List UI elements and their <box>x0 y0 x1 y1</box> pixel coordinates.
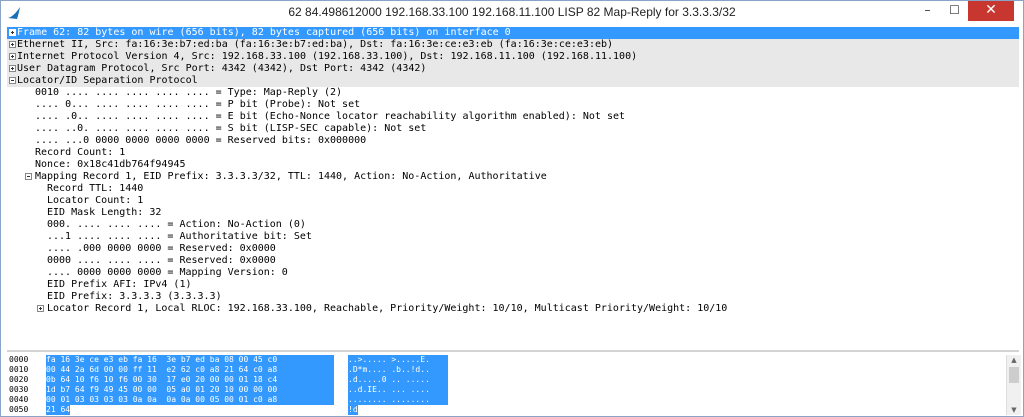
hex-offset: 0010 <box>9 365 29 374</box>
tree-row-label: .... ...0 0000 0000 0000 0000 = Reserved… <box>35 135 367 146</box>
tree-row-label: Frame 62: 82 bytes on wire (656 bits), 8… <box>17 27 511 38</box>
tree-row[interactable]: User Datagram Protocol, Src Port: 4342 (… <box>7 63 1019 75</box>
hex-bytes[interactable]: fa 16 3e ce e3 eb fa 16 3e b7 ed ba 08 0… <box>46 355 334 365</box>
minimize-button[interactable]: – <box>914 1 941 21</box>
hex-offset: 0030 <box>9 385 29 394</box>
tree-row[interactable]: .... 0000 0000 0000 = Mapping Version: 0 <box>7 267 1019 279</box>
close-button[interactable]: ✕ <box>968 1 1014 21</box>
hex-ascii[interactable]: ..>..... >.....E. <box>348 355 448 365</box>
tree-row-label: .... ..0. .... .... .... .... = S bit (L… <box>35 123 427 134</box>
tree-row[interactable]: Locator Record 1, Local RLOC: 192.168.33… <box>7 303 1019 315</box>
hex-bytes[interactable]: 00 01 03 03 03 03 0a 0a 0a 0a 00 05 00 0… <box>46 395 334 405</box>
packet-detail-window: 62 84.498612000 192.168.33.100 192.168.1… <box>0 0 1024 417</box>
scroll-up-arrow-icon[interactable]: ▲ <box>1007 355 1021 365</box>
hex-ascii[interactable]: !d <box>348 405 358 415</box>
pane-splitter[interactable] <box>7 350 1019 352</box>
hex-offset: 0040 <box>9 395 29 404</box>
expand-icon[interactable] <box>9 65 16 72</box>
collapse-icon[interactable] <box>9 77 16 84</box>
tree-row-label: EID Prefix AFI: IPv4 (1) <box>47 279 192 290</box>
packet-bytes-pane[interactable]: 0000 fa 16 3e ce e3 eb fa 16 3e b7 ed ba … <box>7 353 1019 416</box>
hex-bytes[interactable]: 00 44 2a 6d 00 00 ff 11 e2 62 c0 a8 21 6… <box>46 365 334 375</box>
tree-row-label: .... 0... .... .... .... .... = P bit (P… <box>35 99 361 110</box>
hex-row[interactable]: 0050 21 64 !d <box>7 405 1007 415</box>
tree-row-label: Mapping Record 1, EID Prefix: 3.3.3.3/32… <box>35 171 547 182</box>
tree-row-label: EID Prefix: 3.3.3.3 (3.3.3.3) <box>47 291 222 302</box>
tree-row[interactable]: Locator Count: 1 <box>7 195 1019 207</box>
tree-row[interactable]: 000. .... .... .... = Action: No-Action … <box>7 219 1019 231</box>
scroll-down-arrow-icon[interactable]: ▼ <box>1007 405 1021 415</box>
tree-row-label: Internet Protocol Version 4, Src: 192.16… <box>17 51 638 62</box>
tree-row[interactable]: .... 0... .... .... .... .... = P bit (P… <box>7 99 1019 111</box>
hex-offset: 0050 <box>9 405 29 414</box>
tree-row[interactable]: ...1 .... .... .... = Authoritative bit:… <box>7 231 1019 243</box>
tree-row-label: 0010 .... .... .... .... .... = Type: Ma… <box>35 87 343 98</box>
hex-row[interactable]: 0020 0b 64 10 f6 10 f6 00 30 17 e0 20 00 … <box>7 375 1007 385</box>
hex-row[interactable]: 0030 1d b7 64 f9 49 45 00 00 05 a0 01 20 … <box>7 385 1007 395</box>
hex-row[interactable]: 0000 fa 16 3e ce e3 eb fa 16 3e b7 ed ba … <box>7 355 1007 365</box>
bytes-scrollbar[interactable]: ▲ ▼ <box>1006 355 1021 415</box>
tree-row-label: .... 0000 0000 0000 = Mapping Version: 0 <box>47 267 288 278</box>
hex-ascii[interactable]: .D*m.... .b..!d.. <box>348 365 448 375</box>
tree-row[interactable]: .... ..0. .... .... .... .... = S bit (L… <box>7 123 1019 135</box>
tree-row[interactable]: Record TTL: 1440 <box>7 183 1019 195</box>
title-bar[interactable]: 62 84.498612000 192.168.33.100 192.168.1… <box>1 1 1023 25</box>
tree-row-label: Record Count: 1 <box>35 147 126 158</box>
tree-row-label: Locator Count: 1 <box>47 195 144 206</box>
tree-row[interactable]: Mapping Record 1, EID Prefix: 3.3.3.3/32… <box>7 171 1019 183</box>
hex-bytes[interactable]: 21 64 <box>46 405 71 415</box>
tree-row[interactable]: EID Prefix AFI: IPv4 (1) <box>7 279 1019 291</box>
tree-row[interactable]: EID Mask Length: 32 <box>7 207 1019 219</box>
tree-row[interactable]: Locator/ID Separation Protocol <box>7 75 1019 87</box>
tree-row[interactable]: Internet Protocol Version 4, Src: 192.16… <box>7 51 1019 63</box>
hex-bytes[interactable]: 1d b7 64 f9 49 45 00 00 05 a0 01 20 10 0… <box>46 385 334 395</box>
tree-row-label: 000. .... .... .... = Action: No-Action … <box>47 219 306 230</box>
tree-row[interactable]: .... .000 0000 0000 = Reserved: 0x0000 <box>7 243 1019 255</box>
tree-row-label: Locator Record 1, Local RLOC: 192.168.33… <box>47 303 728 314</box>
tree-row[interactable]: Nonce: 0x18c41db764f94945 <box>7 159 1019 171</box>
expand-icon[interactable] <box>9 29 16 36</box>
hex-offset: 0000 <box>9 355 29 364</box>
tree-row-label: 0000 .... .... .... = Reserved: 0x0000 <box>47 255 276 266</box>
tree-row[interactable]: 0000 .... .... .... = Reserved: 0x0000 <box>7 255 1019 267</box>
tree-row-label: Nonce: 0x18c41db764f94945 <box>35 159 186 170</box>
tree-row-label: Ethernet II, Src: fa:16:3e:b7:ed:ba (fa:… <box>17 39 614 50</box>
maximize-button[interactable]: ☐ <box>941 1 968 21</box>
tree-row-label: Record TTL: 1440 <box>47 183 144 194</box>
tree-row[interactable]: .... .0.. .... .... .... .... = E bit (E… <box>7 111 1019 123</box>
tree-row[interactable]: 0010 .... .... .... .... .... = Type: Ma… <box>7 87 1019 99</box>
window-title: 62 84.498612000 192.168.33.100 192.168.1… <box>288 5 736 19</box>
expand-icon[interactable] <box>9 41 16 48</box>
tree-row-label: ...1 .... .... .... = Authoritative bit:… <box>47 231 312 242</box>
hex-bytes[interactable]: 0b 64 10 f6 10 f6 00 30 17 e0 20 00 00 0… <box>46 375 334 385</box>
tree-row[interactable]: Ethernet II, Src: fa:16:3e:b7:ed:ba (fa:… <box>7 39 1019 51</box>
hex-row[interactable]: 0010 00 44 2a 6d 00 00 ff 11 e2 62 c0 a8 … <box>7 365 1007 375</box>
tree-row[interactable]: Frame 62: 82 bytes on wire (656 bits), 8… <box>7 27 1019 39</box>
tree-row-label: User Datagram Protocol, Src Port: 4342 (… <box>17 63 427 74</box>
tree-row-label: .... .0.. .... .... .... .... = E bit (E… <box>35 111 626 122</box>
hex-offset: 0020 <box>9 375 29 384</box>
expand-icon[interactable] <box>9 53 16 60</box>
packet-details-tree[interactable]: Frame 62: 82 bytes on wire (656 bits), 8… <box>7 26 1019 348</box>
collapse-icon[interactable] <box>25 173 32 180</box>
hex-ascii[interactable]: ........ ........ <box>348 395 448 405</box>
tree-row[interactable]: .... ...0 0000 0000 0000 0000 = Reserved… <box>7 135 1019 147</box>
hex-ascii[interactable]: .d.....0 .. ..... <box>348 375 448 385</box>
scrollbar-thumb[interactable] <box>1009 367 1019 383</box>
tree-row-label: Locator/ID Separation Protocol <box>17 75 198 86</box>
hex-ascii[interactable]: ..d.IE.. ... .... <box>348 385 448 395</box>
tree-row-label: EID Mask Length: 32 <box>47 207 162 218</box>
expand-icon[interactable] <box>37 305 44 312</box>
hex-row[interactable]: 0040 00 01 03 03 03 03 0a 0a 0a 0a 00 05 … <box>7 395 1007 405</box>
tree-row-label: .... .000 0000 0000 = Reserved: 0x0000 <box>47 243 276 254</box>
tree-row[interactable]: EID Prefix: 3.3.3.3 (3.3.3.3) <box>7 291 1019 303</box>
tree-row[interactable]: Record Count: 1 <box>7 147 1019 159</box>
